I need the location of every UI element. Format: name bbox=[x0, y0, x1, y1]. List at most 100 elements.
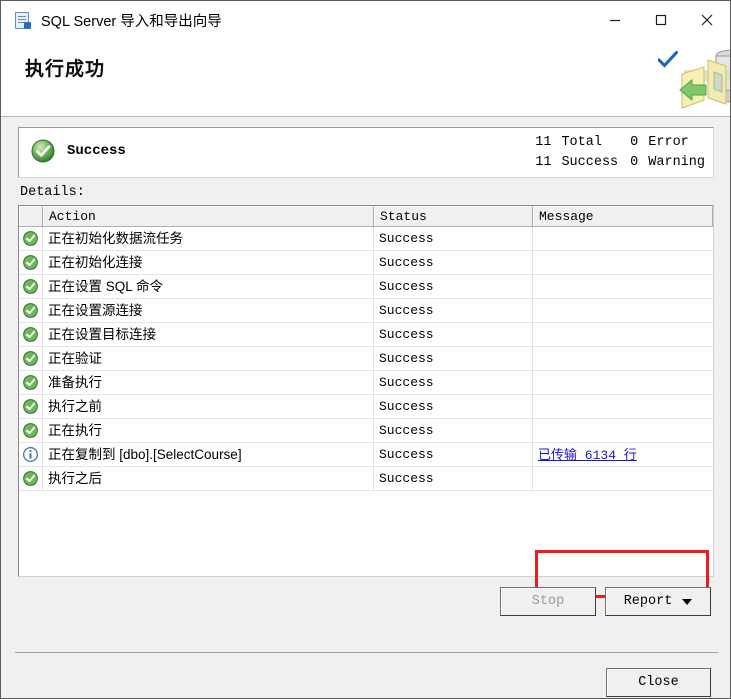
row-action-cell: 正在复制到 [dbo].[SelectCourse] bbox=[43, 443, 374, 466]
details-label: Details: bbox=[20, 185, 85, 200]
column-header-action[interactable]: Action bbox=[43, 206, 374, 226]
table-row[interactable]: 正在验证 Success bbox=[19, 347, 713, 371]
row-message-cell bbox=[533, 371, 713, 394]
row-success-icon bbox=[23, 375, 38, 390]
row-message-cell bbox=[533, 299, 713, 322]
action-button-row: Stop Report bbox=[1, 587, 731, 619]
close-window-button[interactable] bbox=[684, 1, 730, 39]
success-count: 11 bbox=[535, 155, 552, 170]
row-action-cell: 正在初始化数据流任务 bbox=[43, 227, 374, 250]
status-summary-left: Success bbox=[31, 139, 126, 163]
row-status-cell: Success bbox=[374, 275, 533, 298]
row-success-icon bbox=[23, 423, 38, 438]
row-status-cell: Success bbox=[374, 323, 533, 346]
row-message-cell bbox=[533, 395, 713, 418]
row-action-cell: 正在设置 SQL 命令 bbox=[43, 275, 374, 298]
row-status-icon-cell bbox=[19, 395, 43, 418]
row-success-icon bbox=[23, 327, 38, 342]
table-row[interactable]: 准备执行 Success bbox=[19, 371, 713, 395]
row-message-cell bbox=[533, 467, 713, 490]
row-message-cell bbox=[533, 227, 713, 250]
column-header-icon[interactable] bbox=[19, 206, 43, 226]
table-row[interactable]: 正在执行 Success bbox=[19, 419, 713, 443]
row-status-icon-cell bbox=[19, 275, 43, 298]
green-success-circle-icon bbox=[31, 139, 55, 163]
row-action-cell: 准备执行 bbox=[43, 371, 374, 394]
details-grid[interactable]: Action Status Message 正在初始化数据流任务 Success 正… bbox=[18, 205, 714, 577]
row-status-icon-cell bbox=[19, 371, 43, 394]
table-row[interactable]: 执行之前 Success bbox=[19, 395, 713, 419]
total-count: 11 bbox=[535, 135, 552, 150]
row-message-cell bbox=[533, 347, 713, 370]
table-row[interactable]: 正在设置源连接 Success bbox=[19, 299, 713, 323]
title-bar: SQL Server 导入和导出向导 bbox=[1, 1, 730, 39]
table-row[interactable]: 正在设置 SQL 命令 Success bbox=[19, 275, 713, 299]
status-summary-panel: Success 11 Total 0 Error 11 Success 0 Wa… bbox=[18, 127, 714, 178]
row-status-cell: Success bbox=[374, 443, 533, 466]
success-label: Success bbox=[561, 155, 619, 170]
row-status-icon-cell bbox=[19, 251, 43, 274]
row-action-cell: 正在设置源连接 bbox=[43, 299, 374, 322]
grid-header-row: Action Status Message bbox=[19, 206, 713, 227]
row-status-cell: Success bbox=[374, 395, 533, 418]
row-status-icon-cell bbox=[19, 419, 43, 442]
row-status-cell: Success bbox=[374, 371, 533, 394]
row-status-cell: Success bbox=[374, 227, 533, 250]
counts-row: 11 Total 0 Error bbox=[535, 133, 705, 153]
close-button[interactable]: Close bbox=[606, 668, 711, 697]
maximize-button[interactable] bbox=[638, 1, 684, 39]
row-status-cell: Success bbox=[374, 347, 533, 370]
row-message-cell: 已传输 6134 行 bbox=[533, 443, 713, 466]
total-label: Total bbox=[561, 135, 602, 150]
minimize-button[interactable] bbox=[592, 1, 638, 39]
row-success-icon bbox=[23, 255, 38, 270]
column-header-message[interactable]: Message bbox=[533, 206, 713, 226]
grid-body: 正在初始化数据流任务 Success 正在初始化连接 Success 正在设置 SQL … bbox=[19, 227, 713, 491]
row-success-icon bbox=[23, 351, 38, 366]
chevron-down-icon bbox=[682, 598, 693, 605]
row-action-cell: 正在设置目标连接 bbox=[43, 323, 374, 346]
error-label: Error bbox=[648, 135, 689, 150]
counts-row: 11 Success 0 Warning bbox=[535, 153, 705, 173]
maximize-icon bbox=[655, 14, 667, 26]
error-count: 0 bbox=[630, 135, 639, 150]
close-icon bbox=[701, 14, 713, 26]
row-status-icon-cell bbox=[19, 347, 43, 370]
row-message-cell bbox=[533, 419, 713, 442]
row-message-cell bbox=[533, 275, 713, 298]
status-label: Success bbox=[67, 143, 126, 159]
row-status-icon-cell bbox=[19, 299, 43, 322]
row-action-cell: 正在执行 bbox=[43, 419, 374, 442]
warning-label: Warning bbox=[648, 155, 705, 170]
status-counts: 11 Total 0 Error 11 Success 0 Warning bbox=[535, 133, 705, 173]
row-success-icon bbox=[23, 231, 38, 246]
sql-server-wizard-icon bbox=[13, 11, 31, 29]
warning-count: 0 bbox=[630, 155, 639, 170]
row-status-icon-cell bbox=[19, 323, 43, 346]
row-action-cell: 执行之后 bbox=[43, 467, 374, 490]
row-message-cell bbox=[533, 251, 713, 274]
row-success-icon bbox=[23, 471, 38, 486]
table-row[interactable]: 正在设置目标连接 Success bbox=[19, 323, 713, 347]
footer-divider bbox=[15, 652, 718, 653]
row-action-cell: 正在初始化连接 bbox=[43, 251, 374, 274]
row-status-cell: Success bbox=[374, 467, 533, 490]
table-row[interactable]: 正在初始化连接 Success bbox=[19, 251, 713, 275]
minimize-icon bbox=[610, 19, 620, 22]
page-title: 执行成功 bbox=[25, 59, 106, 80]
row-action-cell: 执行之前 bbox=[43, 395, 374, 418]
column-header-status[interactable]: Status bbox=[374, 206, 533, 226]
table-row[interactable]: 正在复制到 [dbo].[SelectCourse] Success 已传输 613… bbox=[19, 443, 713, 467]
wizard-body: Success 11 Total 0 Error 11 Success 0 Wa… bbox=[1, 117, 730, 698]
rows-transferred-link[interactable]: 已传输 6134 行 bbox=[538, 448, 637, 463]
wizard-window: SQL Server 导入和导出向导 执行成功 Success 11 Total… bbox=[0, 0, 731, 699]
table-row[interactable]: 执行之后 Success bbox=[19, 467, 713, 491]
report-button[interactable]: Report bbox=[605, 587, 711, 616]
wizard-header: 执行成功 bbox=[1, 39, 730, 117]
table-row[interactable]: 正在初始化数据流任务 Success bbox=[19, 227, 713, 251]
import-export-wizard-graphic bbox=[674, 40, 730, 118]
report-button-label: Report bbox=[623, 594, 673, 609]
row-action-cell: 正在验证 bbox=[43, 347, 374, 370]
stop-button[interactable]: Stop bbox=[500, 587, 596, 616]
row-success-icon bbox=[23, 279, 38, 294]
